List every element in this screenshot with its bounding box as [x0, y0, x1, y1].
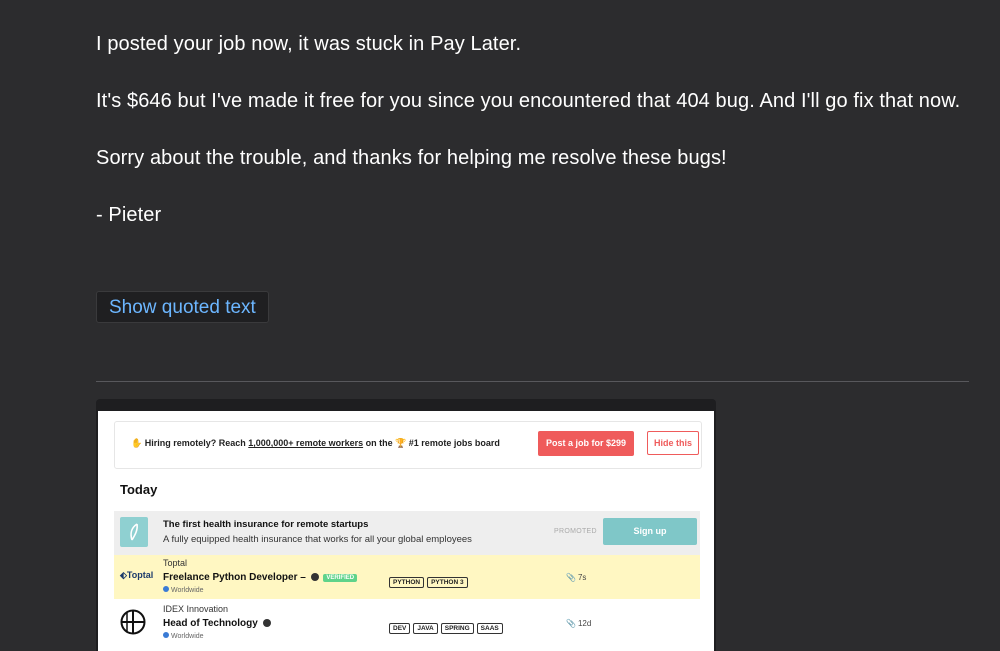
banner-text-highlight: 1,000,000+ remote workers [248, 438, 364, 448]
job-age-text: 12d [577, 619, 592, 628]
idex-logo-icon [120, 609, 146, 635]
badge-icon [310, 573, 319, 581]
job-tag[interactable]: SPRING [440, 623, 474, 634]
job-title: Head of Technology [163, 618, 271, 629]
embedded-screenshot[interactable]: ✋ Hiring remotely? Reach 1,000,000+ remo… [96, 399, 716, 651]
job-board-screenshot: ✋ Hiring remotely? Reach 1,000,000+ remo… [98, 411, 714, 651]
email-signature: - Pieter [96, 204, 162, 226]
verified-badge: VERIFIED [323, 574, 358, 582]
paperclip-icon: 📎 [566, 573, 576, 582]
divider [96, 381, 969, 382]
job-location: Worldwide [163, 632, 204, 640]
job-tag[interactable]: PYTHON [389, 577, 425, 588]
company-logo: ⬖Toptal [120, 570, 153, 581]
job-tags: DEV JAVA SPRING SAAS [389, 617, 506, 635]
banner-text: ✋ Hiring remotely? Reach 1,000,000+ remo… [131, 438, 500, 449]
job-tag[interactable]: PYTHON 3 [427, 577, 468, 588]
badge-icon [262, 619, 271, 627]
job-title-text: Head of Technology [163, 618, 258, 629]
job-tag[interactable]: DEV [389, 623, 411, 634]
job-row[interactable]: ⬖Toptal Toptal Freelance Python Develope… [114, 555, 700, 599]
email-body: I posted your job now, it was stuck in P… [96, 30, 966, 258]
location-text: Worldwide [171, 633, 204, 640]
job-tag[interactable]: SAAS [476, 623, 503, 634]
job-tags: PYTHON PYTHON 3 [389, 571, 471, 589]
promoted-row[interactable]: The first health insurance for remote st… [114, 511, 700, 555]
sign-up-button[interactable]: Sign up [603, 518, 697, 545]
post-job-button[interactable]: Post a job for $299 [538, 431, 634, 456]
job-title: Freelance Python Developer – VERIFIED [163, 572, 358, 583]
hide-banner-button[interactable]: Hide this [647, 431, 699, 455]
globe-icon [163, 586, 169, 592]
company-name: Toptal [163, 558, 188, 568]
promoted-label: PROMOTED [554, 528, 597, 535]
company-name: IDEX Innovation [163, 604, 229, 614]
feather-logo-icon [120, 517, 148, 547]
job-row[interactable]: IDEX Innovation Head of Technology World… [114, 601, 700, 645]
paperclip-icon: 📎 [566, 619, 576, 628]
job-location: Worldwide [163, 586, 204, 594]
email-paragraph-2: It's $646 but I've made it free for you … [96, 90, 961, 112]
promo-title: The first health insurance for remote st… [163, 519, 369, 530]
promo-subtitle: A fully equipped health insurance that w… [163, 534, 472, 545]
job-age: 📎 12d [566, 619, 591, 628]
globe-icon [163, 632, 169, 638]
job-title-text: Freelance Python Developer – [163, 572, 306, 583]
banner-text-suffix: on the 🏆 #1 remote jobs board [363, 438, 500, 448]
hiring-banner: ✋ Hiring remotely? Reach 1,000,000+ remo… [114, 421, 702, 469]
job-tag[interactable]: JAVA [413, 623, 438, 634]
job-age-text: 7s [577, 573, 587, 582]
section-title: Today [120, 482, 158, 497]
location-text: Worldwide [171, 587, 204, 594]
company-logo-text: Toptal [126, 570, 154, 580]
toptal-logo-icon: ⬖ [120, 570, 127, 580]
email-paragraph-1: I posted your job now, it was stuck in P… [96, 33, 522, 55]
show-quoted-text-button[interactable]: Show quoted text [96, 291, 269, 323]
job-age: 📎 7s [566, 573, 586, 582]
email-paragraph-3: Sorry about the trouble, and thanks for … [96, 147, 727, 169]
hand-icon: ✋ [131, 438, 143, 448]
banner-text-prefix: Hiring remotely? Reach [144, 438, 249, 448]
